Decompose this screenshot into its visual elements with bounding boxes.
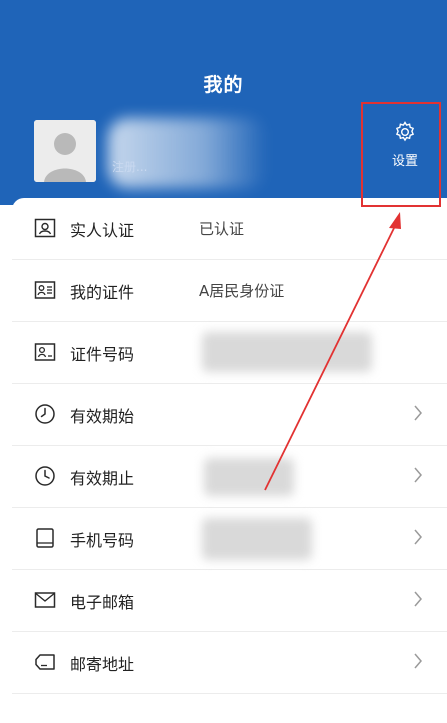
menu-item-valid-until[interactable]: 有效期止: [12, 446, 447, 508]
menu-item-id-number[interactable]: 证件号码: [12, 322, 447, 384]
redacted-valid-until: [204, 458, 294, 496]
redacted-id-number: [202, 332, 372, 372]
mail-icon: [34, 592, 56, 608]
avatar[interactable]: [34, 120, 96, 182]
menu-item-label: 电子邮箱: [70, 593, 135, 612]
gear-icon: [395, 121, 415, 142]
menu-item-label: 我的证件: [70, 283, 135, 302]
username: 注册...: [112, 160, 148, 174]
menu-item-my-documents[interactable]: 我的证件 A居民身份证: [12, 260, 447, 322]
menu-item-label: 证件号码: [70, 345, 135, 364]
menu-item-value: A居民身份证: [199, 282, 285, 300]
redacted-phone: [202, 518, 312, 560]
document-card-icon: [34, 281, 56, 299]
settings-label: 设置: [391, 154, 418, 169]
chevron-right-icon: [414, 529, 422, 545]
clock-end-icon: [35, 466, 55, 486]
menu-item-label: 有效期止: [70, 469, 135, 488]
menu-item-real-name-auth[interactable]: 实人认证 已认证: [12, 198, 447, 260]
id-card-icon: [34, 218, 56, 238]
chevron-right-icon: [414, 591, 422, 607]
menu-item-mailing-address[interactable]: 邮寄地址: [12, 632, 447, 694]
menu-item-valid-from[interactable]: 有效期始: [12, 384, 447, 446]
chevron-right-icon: [414, 653, 422, 669]
menu-item-label: 手机号码: [70, 531, 135, 550]
redacted-name-blur: [108, 118, 268, 188]
clock-start-icon: [35, 404, 55, 424]
address-tag-icon: [35, 654, 55, 670]
menu-item-label: 邮寄地址: [70, 655, 135, 674]
user-placeholder-icon: [34, 120, 96, 182]
chevron-right-icon: [414, 467, 422, 483]
phone-icon: [36, 528, 54, 548]
settings-button[interactable]: 设置: [370, 120, 440, 184]
profile-header: 我的 注册... 设置: [0, 0, 447, 205]
menu-item-value: 已认证: [199, 220, 245, 238]
chevron-right-icon: [414, 405, 422, 421]
menu-item-label: 实人认证: [70, 221, 135, 240]
menu-item-email[interactable]: 电子邮箱: [12, 570, 447, 632]
id-number-icon: [34, 343, 56, 361]
page-title: 我的: [203, 74, 244, 96]
menu-item-label: 有效期始: [70, 407, 135, 426]
menu-item-phone[interactable]: 手机号码: [12, 508, 447, 570]
